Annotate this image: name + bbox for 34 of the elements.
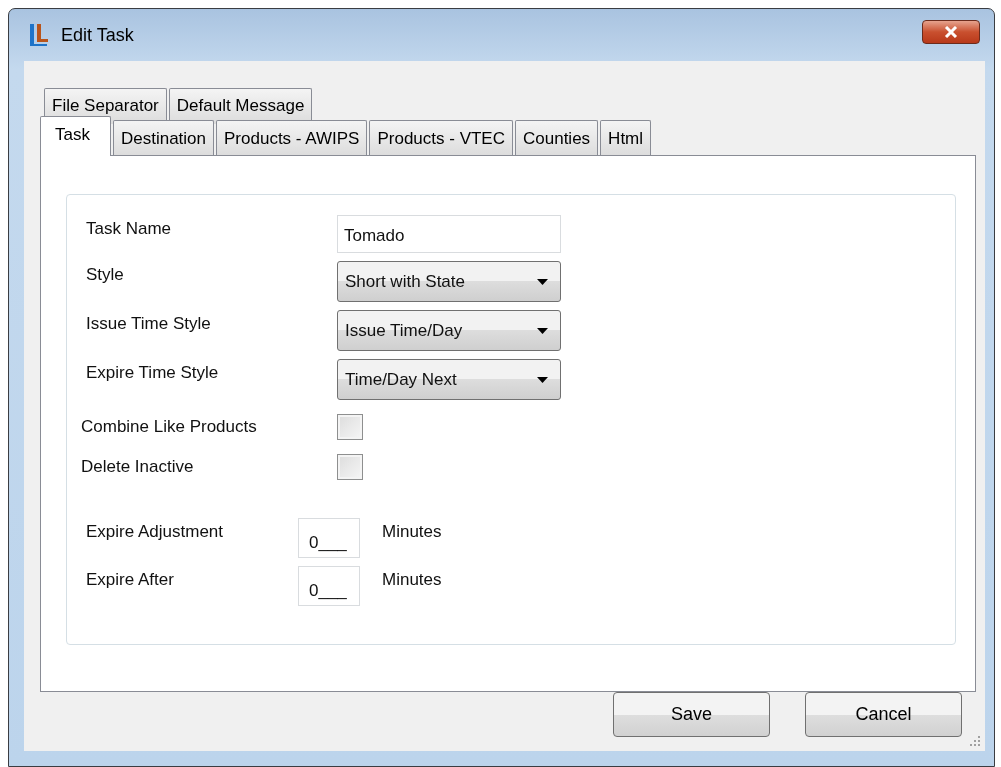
- resize-grip-icon: [969, 735, 981, 747]
- tab[interactable]: Destination: [112, 120, 215, 156]
- task-name-field[interactable]: Tomado: [337, 215, 561, 253]
- field-label: Expire After: [85, 569, 175, 590]
- caret-icon: [537, 327, 548, 334]
- field-label: Expire Adjustment: [85, 521, 224, 542]
- field-label: Expire Time Style: [85, 362, 220, 383]
- tab[interactable]: Task: [40, 116, 111, 156]
- tab[interactable]: Products - AWIPS: [216, 120, 368, 156]
- dropdown[interactable]: Time/Day Next: [337, 359, 561, 400]
- field-label: Issue Time Style: [85, 313, 212, 334]
- dropdown[interactable]: Issue Time/Day: [337, 310, 561, 351]
- field-label: Style: [85, 264, 125, 285]
- field-label: Task Name: [85, 218, 173, 239]
- tab[interactable]: Counties: [515, 120, 599, 156]
- unit-label: Minutes: [382, 569, 442, 590]
- checkbox[interactable]: [337, 454, 363, 480]
- field-label: Combine Like Products: [80, 417, 258, 437]
- caret-icon: [537, 376, 548, 383]
- unit-label: Minutes: [382, 521, 442, 542]
- cancel-button[interactable]: Cancel: [805, 692, 962, 737]
- app-logo-icon: [29, 23, 49, 47]
- tab[interactable]: Html: [600, 120, 652, 156]
- caret-icon: [537, 278, 548, 285]
- close-button[interactable]: [922, 20, 980, 44]
- tab[interactable]: Products - VTEC: [369, 120, 513, 156]
- checkbox[interactable]: [337, 414, 363, 440]
- dropdown[interactable]: Short with State: [337, 261, 561, 302]
- close-icon: [944, 26, 958, 38]
- window-title: Edit Task: [61, 24, 134, 46]
- minutes-field[interactable]: 0___: [298, 566, 360, 606]
- save-button[interactable]: Save: [613, 692, 770, 737]
- field-label: Delete Inactive: [80, 457, 195, 477]
- minutes-field[interactable]: 0___: [298, 518, 360, 558]
